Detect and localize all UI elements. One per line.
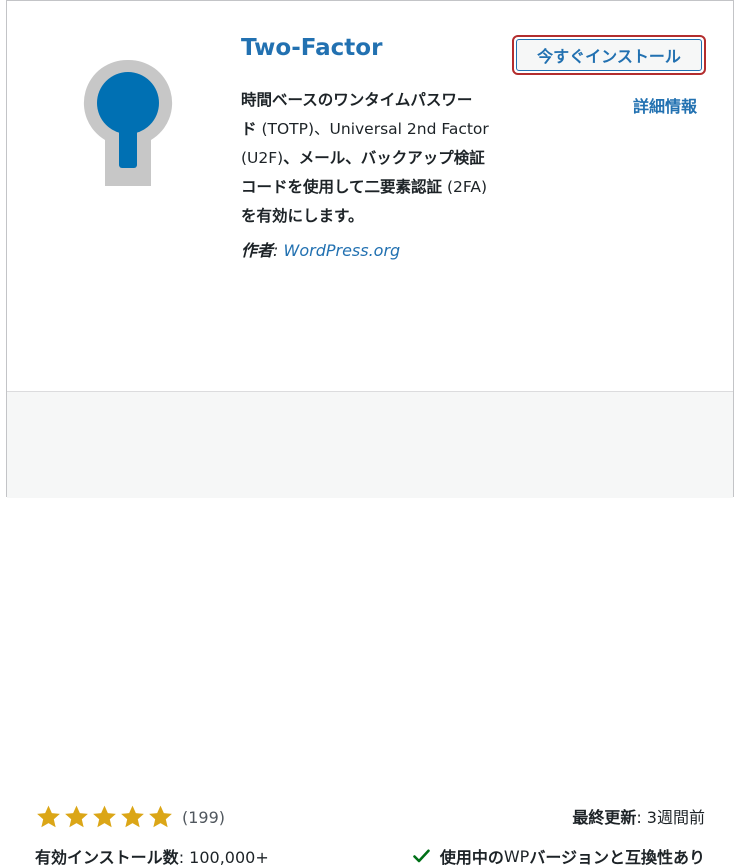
plugin-card-top: Two-Factor 今すぐインストール 詳細情報 時間ベースのワンタイムパスワ…: [7, 1, 733, 391]
compat-text-wp: WP: [503, 846, 530, 866]
desc-line-5: を有効にします。: [241, 207, 364, 225]
active-installs-label: 有効インストール数: [35, 848, 179, 867]
install-now-button[interactable]: 今すぐインストール: [512, 35, 706, 75]
author-separator: :: [273, 241, 284, 260]
author-link[interactable]: WordPress.org: [284, 241, 401, 260]
active-installs: 有効インストール数: 100,000+: [35, 844, 269, 868]
plugin-author: 作者: WordPress.org: [241, 237, 400, 261]
desc-line-2-plain: (TOTP)、Universal 2nd Factor: [256, 120, 489, 138]
plugin-description: 時間ベースのワンタイムパスワー ド (TOTP)、Universal 2nd F…: [241, 86, 541, 231]
last-updated-value: : 3週間前: [636, 808, 705, 827]
plugin-card-bottom: (199) 有効インストール数: 100,000+ 最終更新: 3週間前 使用中…: [7, 391, 733, 867]
install-now-label[interactable]: 今すぐインストール: [516, 39, 702, 71]
last-updated: 最終更新: 3週間前: [572, 804, 705, 828]
star-rating: (199): [35, 804, 225, 830]
star-filled-icon: [65, 805, 88, 828]
checkmark-icon: [413, 849, 430, 863]
desc-line-2-bold: ド: [241, 120, 257, 138]
active-installs-value: : 100,000+: [178, 848, 269, 867]
keyhole-icon[interactable]: [83, 58, 173, 188]
desc-line-3-bold: 、メール、バックアップ検証: [283, 149, 485, 167]
desc-line-4-plain: (2FA): [442, 178, 488, 196]
desc-line-3-plain: (U2F): [241, 149, 284, 167]
plugin-card: Two-Factor 今すぐインストール 詳細情報 時間ベースのワンタイムパスワ…: [6, 0, 734, 867]
star-filled-icon: [93, 805, 116, 828]
desc-line-4-bold: コードを使用して二要素認証: [241, 178, 443, 196]
more-details-link[interactable]: 詳細情報: [633, 93, 697, 117]
plugin-title[interactable]: Two-Factor: [241, 35, 382, 61]
rating-count: (199): [182, 807, 226, 827]
desc-line-1: 時間ベースのワンタイムパスワー: [241, 91, 473, 109]
star-filled-icon: [121, 805, 144, 828]
last-updated-label: 最終更新: [572, 808, 637, 827]
compatibility-status: 使用中の WP バージョンと互換性あり: [413, 844, 705, 868]
compat-text-pre: 使用中の: [439, 848, 504, 867]
star-filled-icon: [37, 805, 60, 828]
author-label: 作者: [241, 241, 274, 260]
star-filled-icon: [149, 805, 172, 828]
compat-text-post: バージョンと互換性あり: [529, 848, 705, 867]
